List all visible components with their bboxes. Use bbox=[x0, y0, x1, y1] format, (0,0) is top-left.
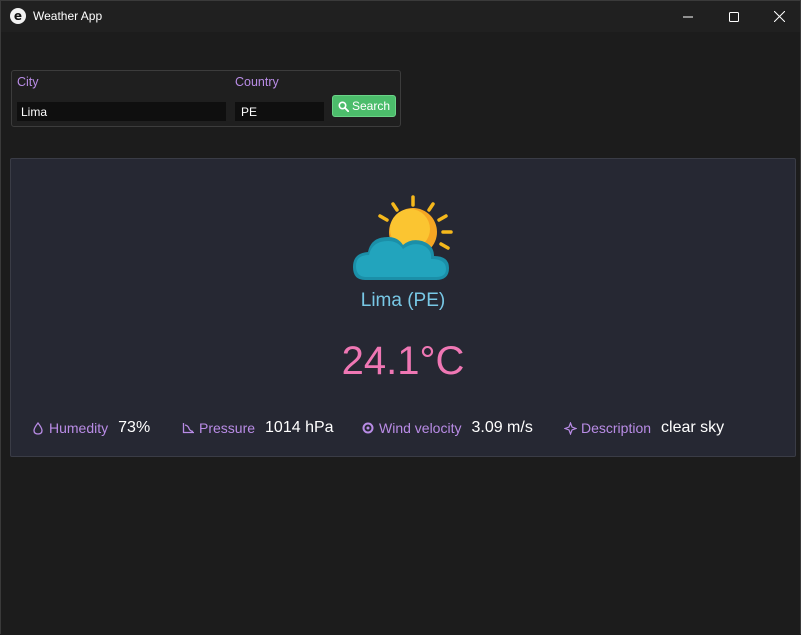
wind-stat: Wind velocity 3.09 m/s bbox=[361, 418, 533, 438]
weather-card: Lima (PE) 24.1°C Humedity 73% Pressure 1… bbox=[10, 158, 796, 457]
search-button-label: Search bbox=[351, 99, 391, 113]
search-panel: City Country Search bbox=[11, 70, 401, 127]
humidity-value: 73% bbox=[118, 419, 151, 436]
humidity-stat: Humedity 73% bbox=[31, 418, 150, 438]
sun-behind-cloud-icon bbox=[353, 195, 453, 280]
search-icon bbox=[338, 100, 349, 112]
window-title: Weather App bbox=[33, 9, 103, 23]
maximize-icon bbox=[729, 11, 739, 22]
country-input[interactable] bbox=[235, 102, 324, 121]
minimize-button[interactable] bbox=[665, 1, 711, 32]
description-label: Description bbox=[581, 420, 652, 436]
city-label: City bbox=[17, 75, 39, 89]
humidity-label: Humedity bbox=[49, 420, 109, 436]
title-bar[interactable]: e Weather App bbox=[1, 1, 800, 32]
temperature-value: 24.1°C bbox=[341, 339, 465, 383]
country-label: Country bbox=[235, 75, 279, 89]
city-input[interactable] bbox=[17, 102, 226, 121]
pressure-stat: Pressure 1014 hPa bbox=[181, 418, 334, 438]
close-button[interactable] bbox=[756, 1, 801, 32]
pressure-value: 1014 hPa bbox=[265, 419, 334, 436]
app-window: e Weather App City Country Search bbox=[0, 0, 801, 635]
main-content: City Country Search bbox=[1, 32, 800, 635]
app-logo-icon: e bbox=[10, 8, 26, 24]
location-title: Lima (PE) bbox=[360, 290, 446, 311]
wind-label: Wind velocity bbox=[379, 420, 462, 436]
wind-value: 3.09 m/s bbox=[471, 419, 533, 436]
pressure-gauge-icon bbox=[181, 421, 195, 435]
droplet-icon bbox=[31, 421, 45, 435]
close-icon bbox=[773, 11, 785, 22]
description-value: clear sky bbox=[661, 419, 725, 436]
sparkle-icon bbox=[563, 421, 577, 435]
minimize-icon bbox=[683, 16, 693, 17]
search-button[interactable]: Search bbox=[332, 95, 396, 117]
pressure-label: Pressure bbox=[199, 420, 256, 436]
maximize-button[interactable] bbox=[711, 1, 757, 32]
description-stat: Description clear sky bbox=[563, 418, 724, 438]
wind-icon bbox=[361, 421, 375, 435]
